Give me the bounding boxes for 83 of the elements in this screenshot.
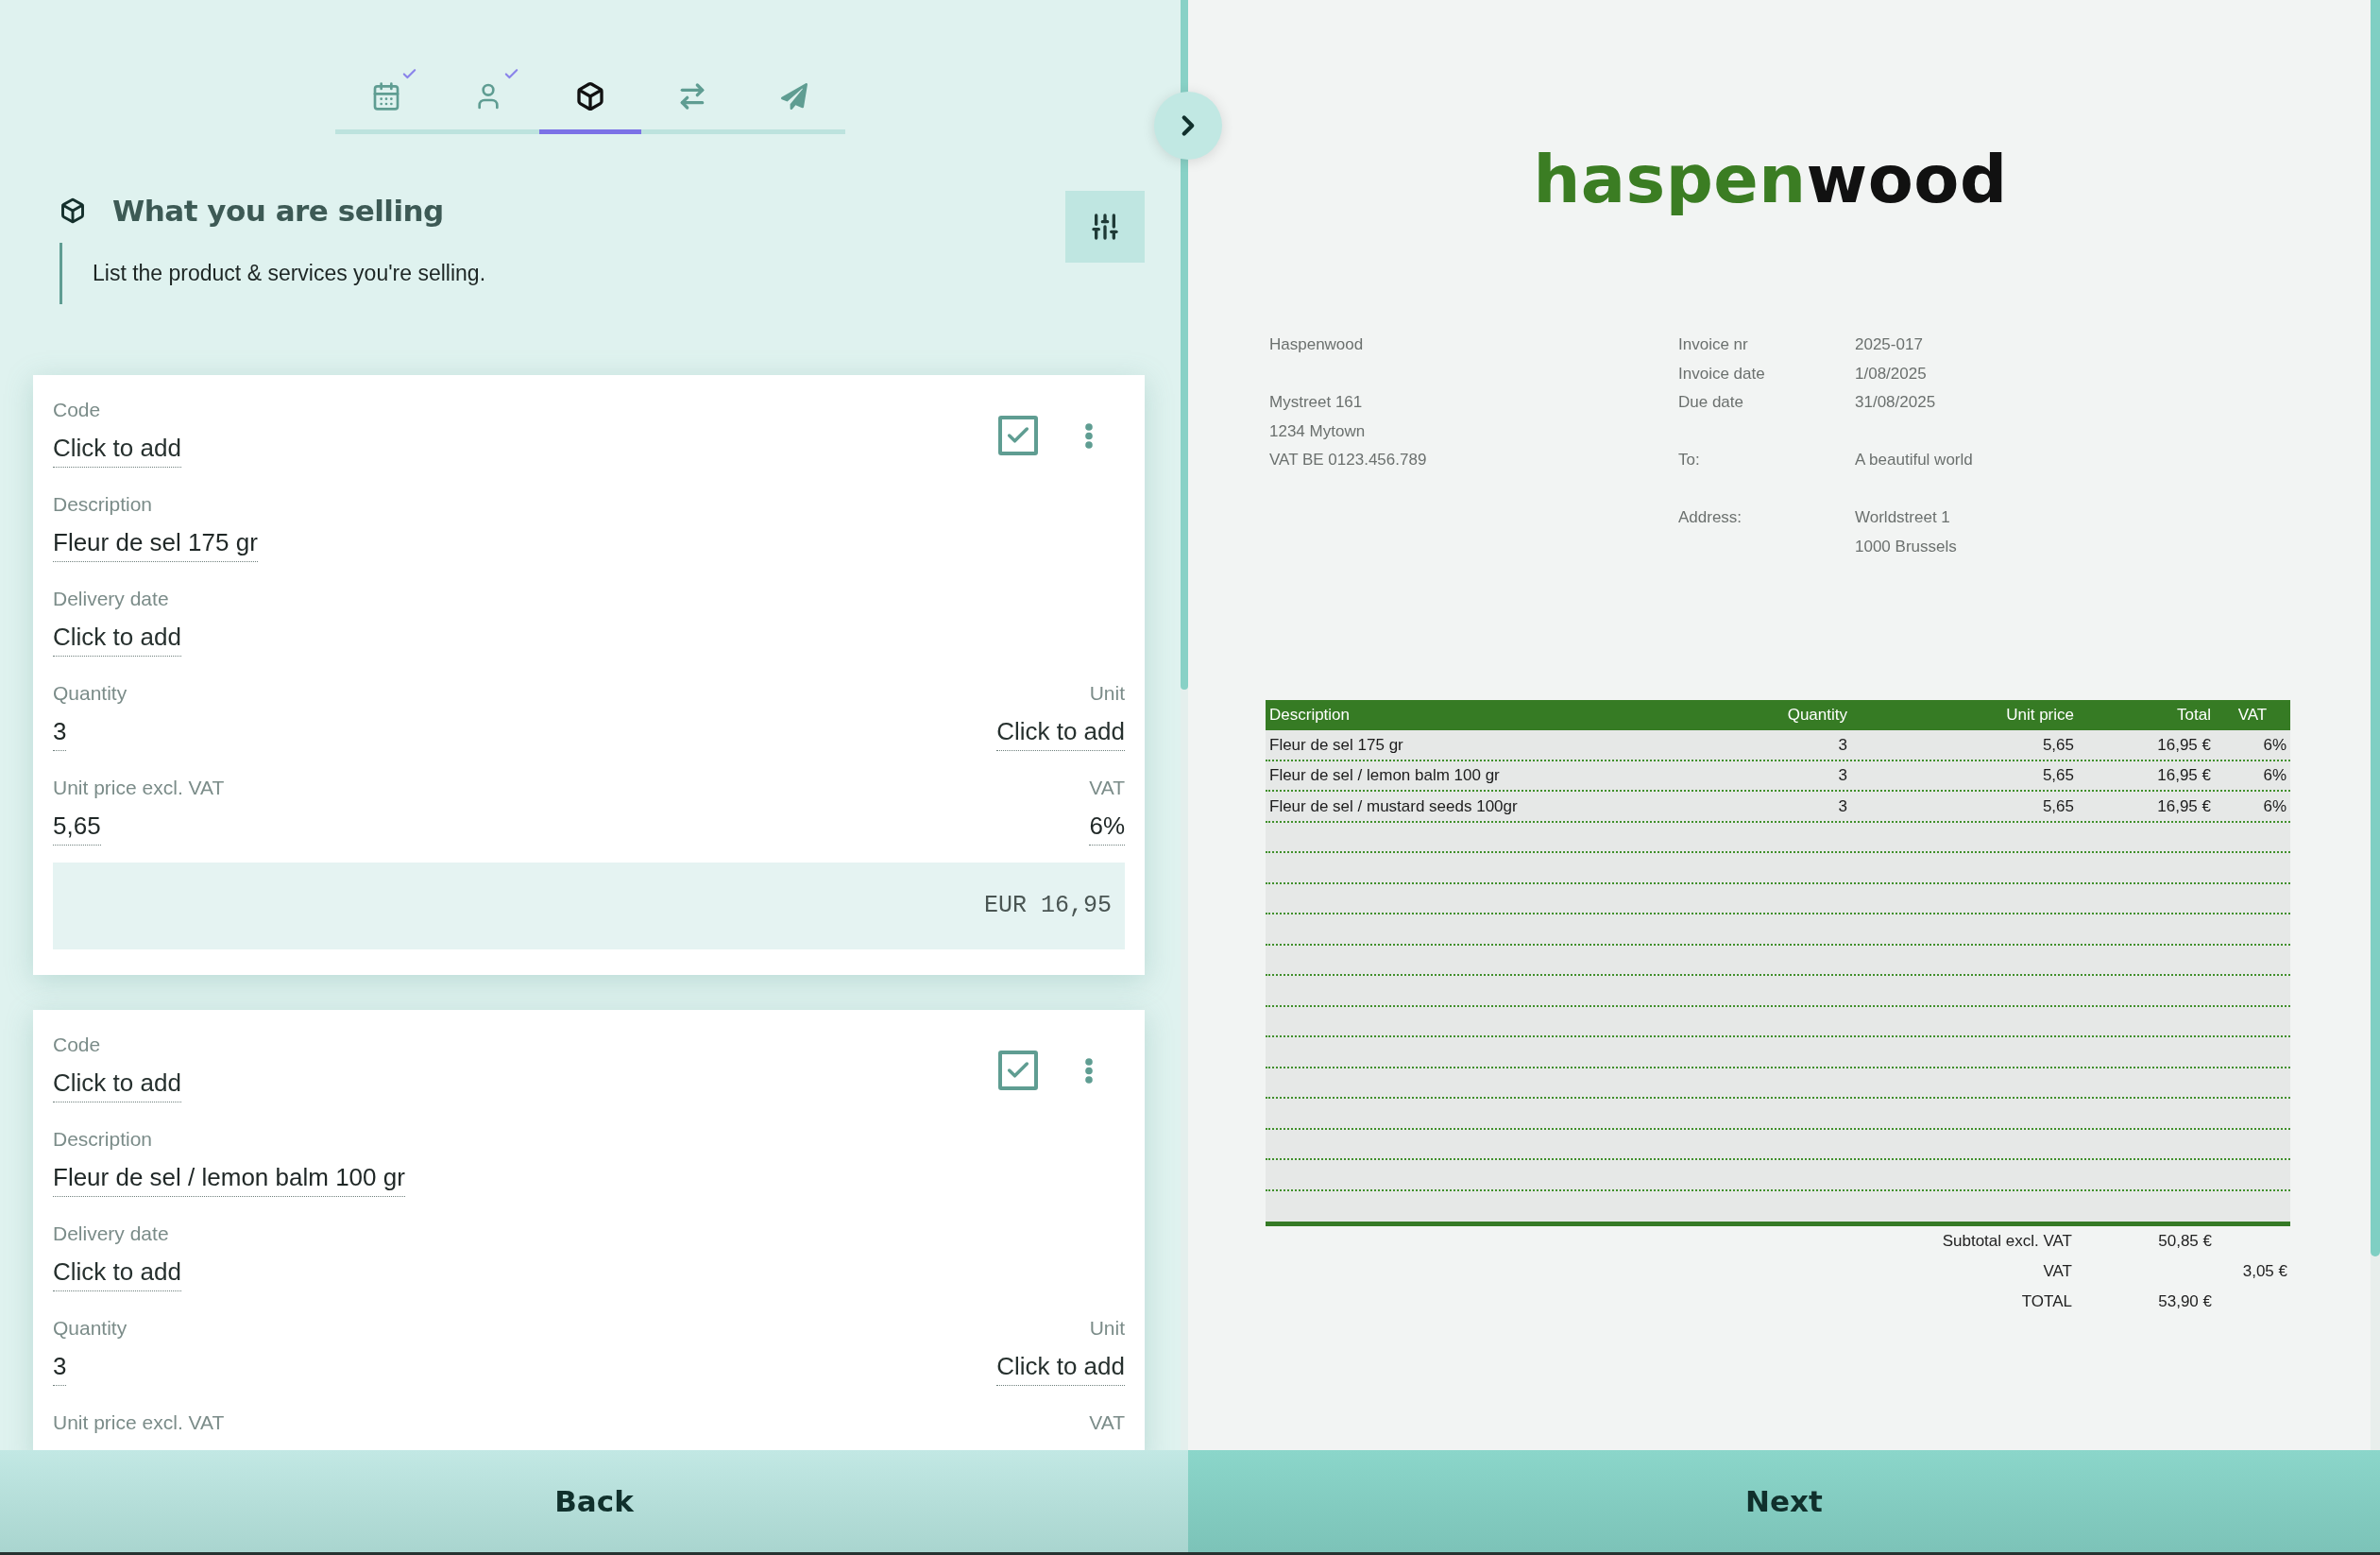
field-label: Unit price excl. VAT (53, 776, 225, 800)
table-cell-text: 16,95 € (2156, 765, 2212, 786)
line-total: EUR 16,95 (53, 863, 1125, 949)
totals-value: 53,90 € (2157, 1291, 2213, 1313)
table-cell-text: 16,95 € (2156, 734, 2212, 756)
text-field[interactable]: Click to add (53, 431, 181, 468)
field-label: Code (53, 398, 101, 422)
vertical-dots-icon (1085, 422, 1093, 449)
sender-line: 1234 Mytown (1269, 420, 1366, 442)
sender-name: Haspenwood (1269, 334, 1364, 355)
field-label: Unit price excl. VAT (53, 1410, 225, 1435)
section-subtitle: List the product & services you're selling. (60, 243, 486, 304)
text-field[interactable]: 3 (53, 714, 67, 751)
meta-value: 31/08/2025 (1855, 392, 1936, 413)
text-field[interactable]: Fleur de sel 175 gr (53, 525, 258, 562)
filter-button[interactable] (1065, 191, 1145, 263)
text-field[interactable]: Click to add (53, 620, 181, 657)
sender-line: Mystreet 161 (1269, 392, 1363, 413)
field-label: Description (53, 1127, 153, 1152)
next-button[interactable]: Next (1188, 1450, 2380, 1555)
field-label: Delivery date (53, 1222, 169, 1246)
section-title: What you are selling (112, 193, 444, 230)
sender-line: VAT BE 0123.456.789 (1269, 450, 1427, 470)
table-cell-text: 5,65 (2041, 734, 2075, 756)
field-label: Quantity (53, 681, 128, 706)
table-cell-text: 3 (1837, 765, 1848, 786)
table-cell-text: 6% (2262, 795, 2287, 817)
paper-plane-icon (781, 82, 808, 110)
meta-value: Worldstreet 1 (1855, 507, 1950, 528)
cube-icon (60, 197, 86, 224)
meta-value: 2025-017 (1855, 334, 1923, 355)
field-label: VAT (1089, 776, 1125, 800)
text-field[interactable]: Fleur de sel / lemon balm 100 gr (53, 1160, 405, 1197)
field-label: Unit (1089, 681, 1125, 706)
meta-value: 1000 Brussels (1855, 536, 1957, 557)
text-field[interactable]: Click to add (996, 1349, 1125, 1386)
text-field[interactable]: Click to add (53, 1255, 181, 1291)
back-button[interactable]: Back (0, 1450, 1188, 1555)
field-label: Code (53, 1033, 101, 1057)
column-header: VAT (2236, 705, 2269, 726)
meta-label: Due date (1678, 392, 1743, 413)
table-cell-text: 16,95 € (2156, 795, 2212, 817)
totals-label: Subtotal excl. VAT (1941, 1231, 2073, 1253)
meta-label: Invoice date (1678, 363, 1765, 384)
table-cell-text: 5,65 (2041, 795, 2075, 817)
field-label: Delivery date (53, 587, 169, 611)
field-label: Quantity (53, 1316, 128, 1341)
totals-label: VAT (2042, 1261, 2073, 1283)
checkbox[interactable] (998, 416, 1038, 455)
field-label: Description (53, 492, 153, 517)
field-label: VAT (1089, 1410, 1125, 1435)
meta-label: Invoice nr (1678, 334, 1748, 355)
text-field[interactable]: 6% (1089, 809, 1125, 846)
checkbox[interactable] (998, 1051, 1038, 1090)
scrollbar-thumb[interactable] (1181, 0, 1188, 690)
table-cell-text: Fleur de sel / lemon balm 100 gr (1268, 765, 1501, 786)
totals-value: 50,85 € (2157, 1231, 2213, 1253)
vertical-dots-icon (1085, 1057, 1093, 1084)
table-cell-text: 3 (1837, 795, 1848, 817)
cube-icon (575, 80, 605, 111)
table-cell-text: 6% (2262, 765, 2287, 786)
table-cell-text: 6% (2262, 734, 2287, 756)
field-label: Unit (1089, 1316, 1125, 1341)
calendar-icon (371, 80, 401, 111)
table-cell-text: 5,65 (2041, 765, 2075, 786)
column-header: Description (1268, 705, 1352, 726)
totals-value: 3,05 € (2241, 1261, 2288, 1283)
sliders-icon (1090, 212, 1120, 242)
text-field[interactable]: 5,65 (53, 809, 101, 846)
text-field[interactable]: 3 (53, 1349, 67, 1386)
column-header: Quantity (1786, 705, 1848, 726)
text-field[interactable]: Click to add (53, 1066, 181, 1102)
totals-label: TOTAL (2020, 1291, 2073, 1313)
table-cell-text: 3 (1837, 734, 1848, 756)
table-cell-text: Fleur de sel 175 gr (1268, 734, 1404, 756)
column-header: Unit price (2005, 705, 2075, 726)
meta-label: Address: (1678, 507, 1742, 528)
table-cell-text: Fleur de sel / mustard seeds 100gr (1268, 795, 1519, 817)
meta-label: To: (1678, 450, 1700, 470)
column-header: Total (2176, 705, 2212, 726)
meta-value: 1/08/2025 (1855, 363, 1927, 384)
meta-value: A beautiful world (1855, 450, 1973, 470)
text-field[interactable]: Click to add (996, 714, 1125, 751)
